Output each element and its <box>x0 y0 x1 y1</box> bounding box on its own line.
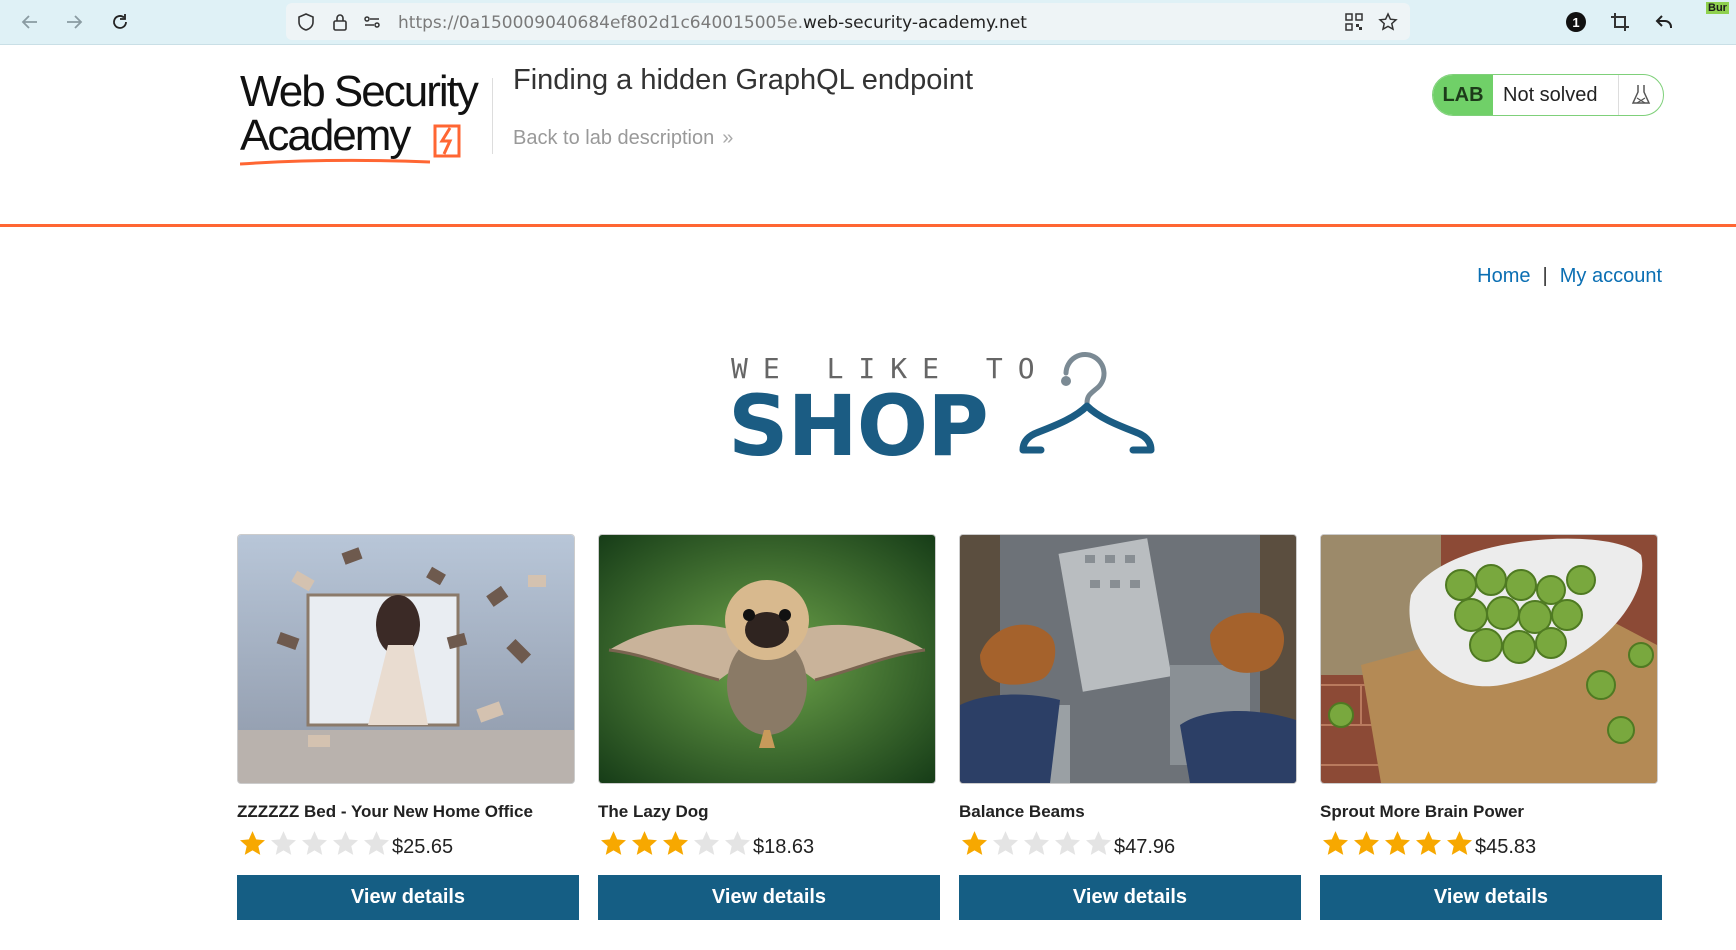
lab-status-text: Not solved <box>1503 83 1598 106</box>
address-bar[interactable]: https://0a150009040684ef802d1c640015005e… <box>286 3 1410 40</box>
extension-count: 1 <box>1566 12 1586 32</box>
view-details-button[interactable]: View details <box>237 875 579 920</box>
product-price: $47.96 <box>1114 836 1176 858</box>
product-card: Sprout More Brain Power $45.83 View deta… <box>1320 534 1662 924</box>
product-rating <box>959 829 1114 857</box>
lock-icon[interactable] <box>330 12 350 32</box>
star-empty-icon <box>1024 831 1049 855</box>
top-nav-links: Home | My account <box>1477 265 1662 288</box>
burp-extension-icon[interactable]: Bur <box>1698 2 1729 32</box>
double-chevron-right-icon: » <box>722 127 734 149</box>
product-card: The Lazy Dog $18.63 View details <box>598 534 940 924</box>
shield-icon[interactable] <box>296 12 316 32</box>
back-link-label: Back to lab description <box>513 127 715 149</box>
flask-icon <box>1618 75 1663 115</box>
header-orange-rule <box>0 224 1736 227</box>
star-empty-icon <box>302 831 327 855</box>
product-grid: ZZZZZZ Bed - Your New Home Office $25.65… <box>237 534 1663 924</box>
star-empty-icon <box>1055 831 1080 855</box>
lab-badge: LAB <box>1433 75 1493 115</box>
view-details-button[interactable]: View details <box>959 875 1301 920</box>
star-filled-icon <box>962 831 987 855</box>
star-empty-icon <box>1086 831 1111 855</box>
product-rating <box>1320 829 1475 857</box>
star-filled-icon <box>1385 831 1410 855</box>
star-filled-icon <box>601 831 626 855</box>
url-host: web-security-academy.net <box>803 13 1027 33</box>
reload-icon[interactable] <box>106 8 134 36</box>
web-security-academy-logo[interactable]: Web Security Academy <box>240 70 490 166</box>
star-filled-icon <box>1416 831 1441 855</box>
star-empty-icon <box>333 831 358 855</box>
view-details-button[interactable]: View details <box>598 875 940 920</box>
url-prefix: https://0a150009040684ef802d1c640015005e… <box>398 13 804 33</box>
product-image-balance-beams[interactable] <box>959 534 1297 784</box>
star-empty-icon <box>271 831 296 855</box>
product-name: Sprout More Brain Power <box>1320 802 1525 821</box>
url-text[interactable]: https://0a150009040684ef802d1c640015005e… <box>398 13 1027 33</box>
product-card: Balance Beams $47.96 View details <box>959 534 1301 924</box>
product-price: $18.63 <box>753 836 815 858</box>
star-empty-icon <box>364 831 389 855</box>
qr-code-icon[interactable] <box>1344 12 1364 32</box>
product-price: $25.65 <box>392 836 454 858</box>
banner-headline: SHOP <box>728 377 989 475</box>
back-arrow-icon[interactable] <box>16 8 44 36</box>
product-rating <box>598 829 753 857</box>
product-image-sprouts[interactable] <box>1320 534 1658 784</box>
nav-separator: | <box>1542 265 1548 287</box>
star-filled-icon <box>632 831 657 855</box>
product-rating <box>237 829 392 857</box>
star-empty-icon <box>993 831 1018 855</box>
product-card: ZZZZZZ Bed - Your New Home Office $25.65… <box>237 534 579 924</box>
permissions-icon[interactable] <box>362 12 382 32</box>
product-image-lazy-dog[interactable] <box>598 534 936 784</box>
logo-lightning-icon <box>240 124 461 166</box>
product-name: Balance Beams <box>959 802 1085 821</box>
crop-icon[interactable] <box>1606 8 1634 36</box>
my-account-link[interactable]: My account <box>1560 265 1662 287</box>
star-filled-icon <box>240 831 265 855</box>
product-name: ZZZZZZ Bed - Your New Home Office <box>237 802 533 821</box>
burp-label: Bur <box>1706 2 1729 14</box>
view-details-button[interactable]: View details <box>1320 875 1662 920</box>
star-empty-icon <box>694 831 719 855</box>
lab-title: Finding a hidden GraphQL endpoint <box>513 64 974 96</box>
star-filled-icon <box>1354 831 1379 855</box>
shop-banner: WE LIKE TO SHOP <box>728 348 1178 473</box>
lab-status-widget: LAB Not solved <box>1432 74 1664 116</box>
back-to-lab-description-link[interactable]: Back to lab description » <box>513 127 733 150</box>
undo-icon[interactable] <box>1650 8 1678 36</box>
bookmark-star-icon[interactable] <box>1378 12 1398 32</box>
star-filled-icon <box>663 831 688 855</box>
browser-toolbar: https://0a150009040684ef802d1c640015005e… <box>0 0 1736 45</box>
extension-badge[interactable]: 1 <box>1562 8 1590 36</box>
home-link[interactable]: Home <box>1477 265 1530 287</box>
forward-arrow-icon[interactable] <box>60 8 88 36</box>
header-divider <box>492 78 493 154</box>
product-price: $45.83 <box>1475 836 1537 858</box>
star-filled-icon <box>1447 831 1472 855</box>
coat-hanger-icon <box>1019 352 1155 454</box>
star-filled-icon <box>1323 831 1348 855</box>
product-image-bed[interactable] <box>237 534 575 784</box>
product-name: The Lazy Dog <box>598 802 709 821</box>
star-empty-icon <box>725 831 750 855</box>
